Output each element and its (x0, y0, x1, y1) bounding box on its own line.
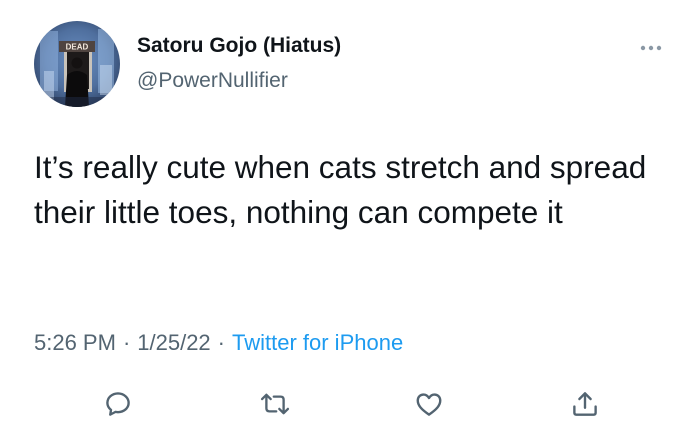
like-button[interactable] (409, 384, 449, 424)
more-options-button[interactable] (626, 30, 676, 66)
avatar[interactable]: DEAD (34, 21, 120, 107)
author-display-name[interactable]: Satoru Gojo (Hiatus) (137, 33, 341, 59)
reply-button[interactable] (98, 384, 138, 424)
share-icon (573, 392, 597, 416)
avatar-image: DEAD (34, 21, 120, 107)
retweet-button[interactable] (255, 384, 295, 424)
tweet-date[interactable]: 1/25/22 (137, 330, 210, 355)
meta-separator: · (122, 330, 131, 355)
more-icon (640, 45, 662, 51)
like-icon (416, 393, 442, 416)
tweet-metadata: 5:26 PM · 1/25/22 · Twitter for iPhone (34, 328, 403, 358)
avatar-sign-text: DEAD (66, 43, 89, 52)
meta-separator: · (217, 330, 225, 355)
tweet-source-link[interactable]: Twitter for iPhone (232, 330, 403, 355)
tweet-card: DEAD Satoru Gojo (Hiatus) @PowerNullifie… (0, 0, 700, 444)
reply-icon (106, 392, 130, 416)
share-button[interactable] (565, 384, 605, 424)
tweet-text: It’s really cute when cats stretch and s… (34, 149, 647, 230)
author-handle[interactable]: @PowerNullifier (137, 68, 288, 94)
retweet-icon (260, 393, 290, 415)
tweet-time[interactable]: 5:26 PM (34, 330, 116, 355)
tweet-actions-bar (0, 384, 700, 424)
